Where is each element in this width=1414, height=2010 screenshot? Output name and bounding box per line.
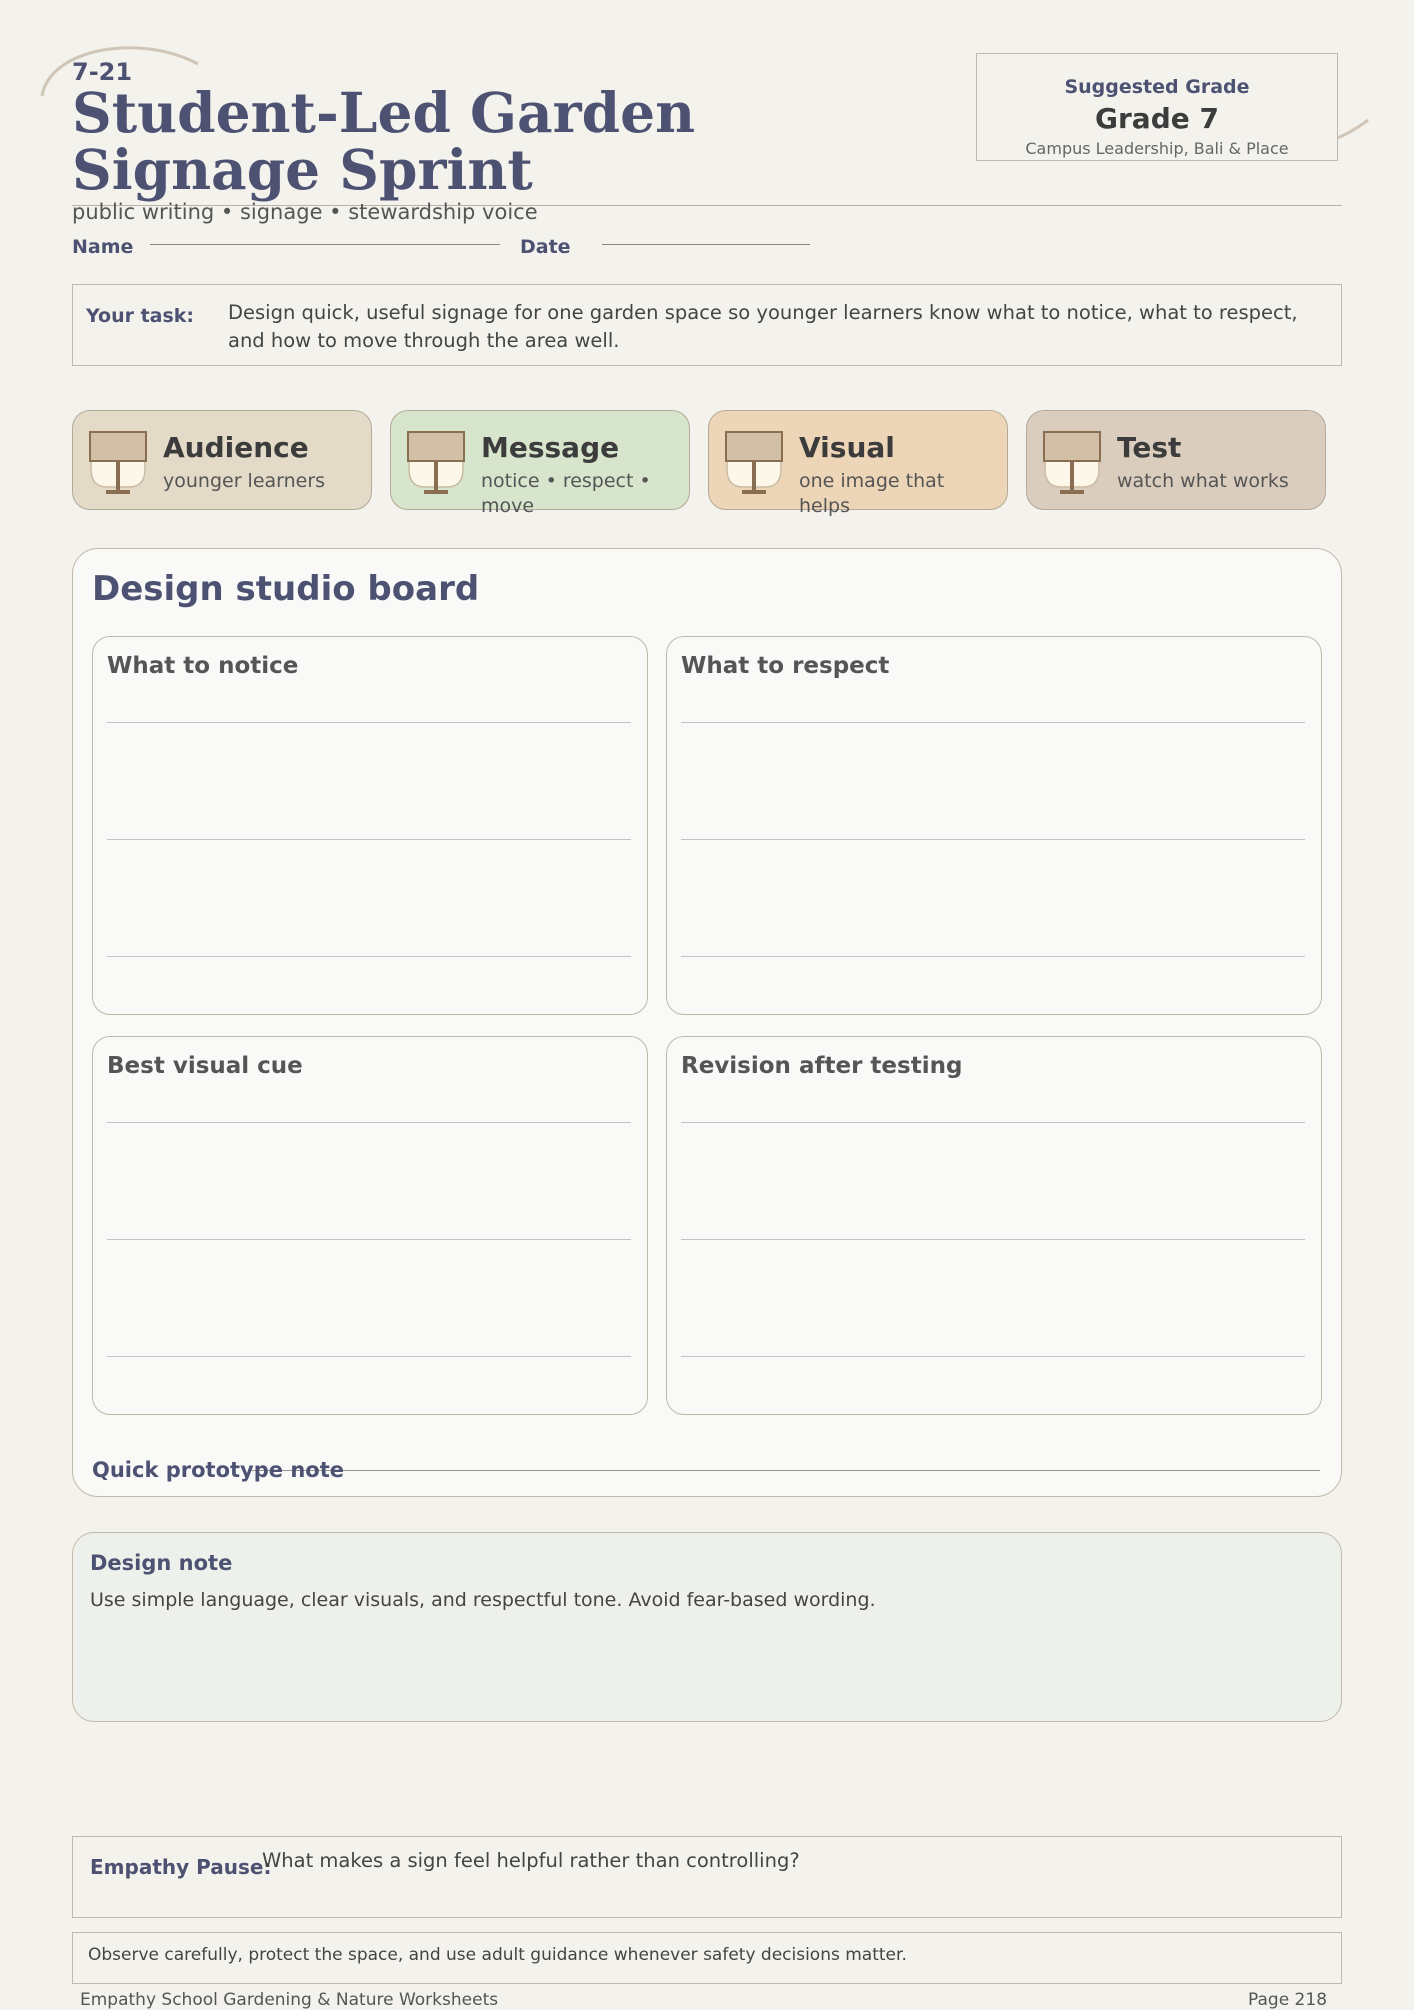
card-subtitle: watch what works	[1117, 470, 1289, 492]
design-studio-board: Design studio board What to notice What …	[72, 548, 1342, 1497]
signpost-icon	[89, 431, 147, 494]
signpost-icon	[1043, 431, 1101, 494]
card-title: Audience	[163, 431, 309, 464]
writing-line[interactable]	[681, 1239, 1305, 1240]
writing-line[interactable]	[681, 722, 1305, 723]
panel-title: Revision after testing	[681, 1053, 963, 1079]
empathy-question: What makes a sign feel helpful rather th…	[262, 1849, 800, 1872]
panel-what-to-respect[interactable]: What to respect	[666, 636, 1322, 1015]
card-message: Message notice • respect • move	[390, 410, 690, 517]
card-subtitle: notice • respect • move	[481, 470, 651, 517]
page-title: Student-Led Garden Signage Sprint	[72, 80, 696, 202]
signpost-icon	[725, 431, 783, 494]
safety-note-box: Observe carefully, protect the space, an…	[72, 1932, 1342, 1984]
task-label: Your task:	[86, 305, 195, 327]
footer-series: Empathy School Gardening & Nature Worksh…	[80, 1990, 499, 2010]
card-title: Visual	[799, 431, 895, 464]
writing-line[interactable]	[107, 1239, 631, 1240]
panel-what-to-notice[interactable]: What to notice	[92, 636, 648, 1015]
panel-title: What to respect	[681, 653, 890, 679]
empathy-label: Empathy Pause:	[90, 1855, 272, 1879]
footer-page-number: Page 218	[1248, 1990, 1328, 2010]
design-note-box: Design note Use simple language, clear v…	[72, 1532, 1342, 1722]
writing-line[interactable]	[107, 956, 631, 957]
panel-title: What to notice	[107, 653, 299, 679]
card-subtitle: one image that helps	[799, 470, 945, 517]
grade-box-label: Suggested Grade	[1064, 76, 1250, 98]
prototype-note-label: Quick prototype note	[92, 1458, 344, 1482]
card-title: Message	[481, 431, 620, 464]
grade-strand: Campus Leadership, Bali & Place	[1025, 139, 1289, 158]
card-test: Test watch what works	[1026, 410, 1326, 510]
writing-line[interactable]	[107, 722, 631, 723]
panel-title: Best visual cue	[107, 1053, 303, 1079]
writing-line[interactable]	[681, 956, 1305, 957]
page-subtitle: public writing • signage • stewardship v…	[72, 200, 538, 224]
card-subtitle: younger learners	[163, 470, 326, 492]
writing-line[interactable]	[681, 1356, 1305, 1357]
task-box: Your task: Design quick, useful signage …	[72, 284, 1342, 366]
writing-line[interactable]	[107, 839, 631, 840]
prototype-note-field[interactable]	[248, 1470, 1320, 1471]
signpost-icon	[407, 431, 465, 494]
panel-revision-after-testing[interactable]: Revision after testing	[666, 1036, 1322, 1415]
date-field[interactable]	[602, 244, 810, 245]
panel-best-visual-cue[interactable]: Best visual cue	[92, 1036, 648, 1415]
date-label: Date	[520, 236, 571, 258]
grade-box: Suggested Grade Grade 7 Campus Leadershi…	[976, 53, 1338, 161]
card-audience: Audience younger learners	[72, 410, 372, 510]
writing-line[interactable]	[681, 839, 1305, 840]
name-label: Name	[72, 236, 134, 258]
design-note-text: Use simple language, clear visuals, and …	[90, 1589, 876, 1611]
board-title: Design studio board	[92, 569, 480, 609]
card-title: Test	[1117, 431, 1182, 464]
name-field[interactable]	[150, 244, 500, 245]
card-visual: Visual one image that helps	[708, 410, 1008, 517]
writing-line[interactable]	[681, 1122, 1305, 1123]
design-note-title: Design note	[90, 1551, 233, 1575]
writing-line[interactable]	[107, 1356, 631, 1357]
empathy-pause-box: Empathy Pause: What makes a sign feel he…	[72, 1836, 1342, 1918]
task-text: Design quick, useful signage for one gar…	[228, 301, 1298, 352]
safety-note-text: Observe carefully, protect the space, an…	[88, 1945, 907, 1965]
writing-line[interactable]	[107, 1122, 631, 1123]
grade-value: Grade 7	[1095, 102, 1219, 135]
